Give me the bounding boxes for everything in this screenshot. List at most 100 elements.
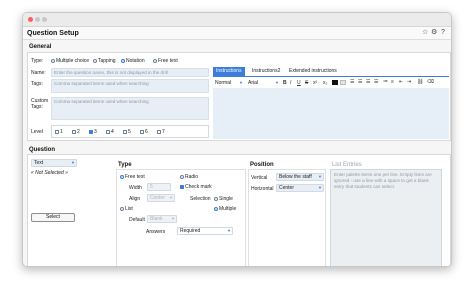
align-justify-icon[interactable]: ☰ (374, 79, 378, 85)
name-field[interactable]: Enter the question name, this is not dis… (51, 68, 209, 77)
minimize-window-button[interactable] (35, 17, 40, 22)
tab-instructions2[interactable]: Instructions2 (249, 67, 283, 76)
list-entries-textarea[interactable]: Enter palette items one per line. Empty … (330, 169, 442, 266)
custom-tags-label-line2: Tags: (31, 104, 43, 110)
align-center-icon[interactable]: ☰ (358, 79, 362, 85)
tab-underline (213, 76, 449, 77)
align-left-icon[interactable]: ☰ (350, 79, 354, 85)
free-text-radio[interactable]: Free text (120, 174, 145, 180)
ordered-list-icon[interactable]: ≔ (383, 79, 388, 85)
outdent-icon[interactable]: ⇤ (399, 79, 403, 85)
tags-label: Tags: (31, 81, 43, 87)
horizontal-value: Center (279, 185, 295, 191)
font-dropdown[interactable]: Arial (248, 80, 258, 86)
settings-icon[interactable]: ⚙ (431, 29, 437, 37)
bold-button[interactable]: B (283, 80, 287, 86)
single-radio[interactable]: Single (214, 196, 233, 202)
answers-value: Required (180, 228, 201, 234)
general-section-title: General (29, 44, 52, 50)
subscript-button[interactable]: x₂ (323, 80, 327, 86)
level-3-checkbox[interactable]: 3 (89, 129, 97, 135)
list-radio[interactable]: List (120, 206, 133, 212)
type-label: Type: (31, 58, 44, 64)
radio-option-radio[interactable]: Radio (180, 174, 198, 180)
vertical-select[interactable]: Below the staff ▼ (276, 173, 324, 181)
close-window-button[interactable] (28, 17, 33, 22)
superscript-button[interactable]: x² (313, 80, 317, 86)
instructions-editor: Instructions Instructions2 Extended inst… (213, 67, 449, 139)
align-right-icon[interactable]: ☰ (366, 79, 370, 85)
radio-icon (180, 174, 184, 179)
level-1-checkbox[interactable]: 1 (55, 129, 63, 135)
name-label: Name: (31, 70, 46, 76)
custom-tags-field[interactable]: Comma separated items used when searchin… (51, 97, 209, 120)
radio-icon (153, 58, 157, 63)
default-label: Default (129, 217, 145, 223)
type-notation-option[interactable]: Notation (121, 58, 145, 64)
width-label: Width (129, 185, 142, 191)
check-mark-checkbox[interactable]: Check mark (180, 184, 212, 190)
width-input[interactable]: 5 (147, 183, 171, 191)
selection-label: Selection (190, 196, 211, 202)
app-window: Question Setup ☆ ⚙ ? General Type: Multi… (22, 12, 452, 267)
level-2-checkbox[interactable]: 2 (72, 129, 80, 135)
type-section-title: Type (118, 162, 132, 168)
align-select[interactable]: Center ▼ (147, 194, 175, 202)
multiple-radio[interactable]: Multiple (214, 206, 236, 212)
question-type-select[interactable]: Text ▼ (31, 159, 77, 167)
level-5-checkbox[interactable]: 5 (123, 129, 131, 135)
checkbox-icon (55, 129, 59, 134)
radio-icon (51, 58, 55, 63)
chevron-down-icon: ▼ (275, 80, 279, 85)
underline-button[interactable]: U (297, 80, 301, 86)
link-icon[interactable]: ⛓ (417, 79, 423, 85)
level-7-checkbox[interactable]: 7 (157, 129, 165, 135)
position-section-title: Position (250, 162, 274, 168)
level-group: 1 2 3 4 5 6 7 (51, 125, 209, 138)
type-multiple-choice-option[interactable]: Multiple choice (51, 58, 89, 64)
answers-label: Answers (146, 229, 166, 235)
vertical-label: Vertical (251, 175, 268, 181)
select-button[interactable]: Select (31, 213, 75, 222)
general-panel: Type: Multiple choice Tapping Notation F… (27, 52, 451, 141)
radio-selected-icon (214, 206, 218, 211)
type-tapping-option[interactable]: Tapping (93, 58, 116, 64)
star-icon[interactable]: ☆ (422, 29, 428, 37)
strikethrough-button[interactable]: S (305, 80, 308, 86)
bullet-list-icon[interactable]: ≡ (391, 79, 394, 85)
tab-instructions[interactable]: Instructions (213, 67, 245, 76)
question-panel: Text ▼ « Not Selected » Select Type Free… (27, 154, 451, 266)
radio-selected-icon (121, 58, 125, 63)
style-dropdown[interactable]: Normal (215, 80, 231, 86)
radio-icon (120, 206, 124, 211)
default-value: Blank (150, 216, 163, 222)
chevron-down-icon: ▼ (169, 195, 173, 200)
clear-format-icon[interactable]: ⌫ (427, 79, 434, 85)
instructions-text-area[interactable] (213, 88, 449, 139)
checkbox-icon (72, 129, 76, 134)
type-panel: Free text Radio Width 5 Check mark Align… (116, 169, 246, 266)
default-select[interactable]: Blank ▼ (147, 215, 177, 223)
indent-icon[interactable]: ⇥ (407, 79, 411, 85)
highlight-color-icon[interactable] (340, 80, 346, 85)
chevron-down-icon: ▼ (318, 174, 322, 179)
italic-button[interactable]: I (290, 80, 291, 86)
tab-extended-instructions[interactable]: Extended instructions (286, 67, 340, 76)
level-4-checkbox[interactable]: 4 (106, 129, 114, 135)
checkbox-icon (106, 129, 110, 134)
position-panel: Vertical Below the staff ▼ Horizontal Ce… (248, 169, 326, 266)
chevron-down-icon: ▼ (239, 80, 243, 85)
tags-field[interactable]: Comma separated items used when searchin… (51, 79, 209, 93)
answers-select[interactable]: Required ▼ (177, 227, 233, 235)
formatting-toolbar: Normal ▼ Arial ▼ B I U S x² x₂ ☰ ☰ ☰ ☰ ≔… (213, 78, 449, 87)
type-free-text-option[interactable]: Free text (153, 58, 178, 64)
align-label: Align (129, 196, 141, 202)
question-section-title: Question (29, 147, 56, 153)
help-icon[interactable]: ? (441, 29, 445, 37)
horizontal-select[interactable]: Center ▼ (276, 184, 324, 192)
horizontal-label: Horizontal (251, 186, 274, 192)
chevron-down-icon: ▼ (227, 228, 231, 233)
text-color-icon[interactable] (332, 80, 338, 85)
level-6-checkbox[interactable]: 6 (140, 129, 148, 135)
zoom-window-button[interactable] (42, 17, 47, 22)
